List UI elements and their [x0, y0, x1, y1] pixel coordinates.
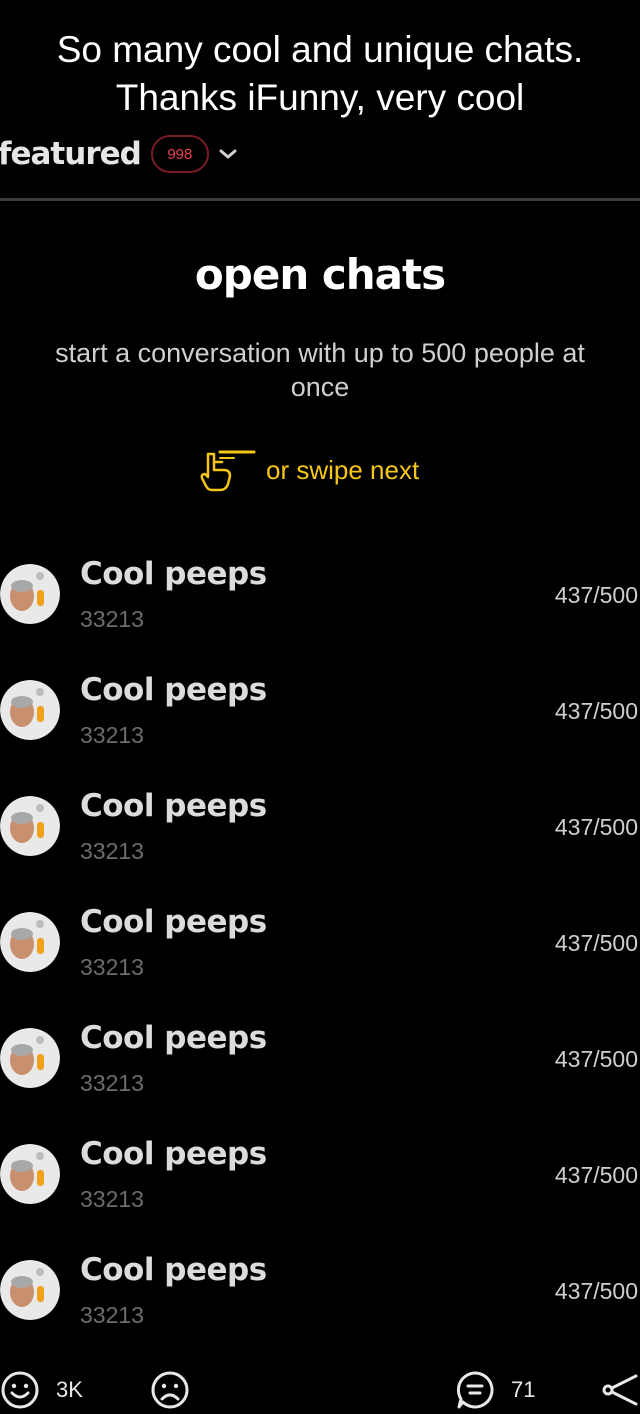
chat-name: Cool peeps — [80, 788, 267, 824]
chat-row[interactable]: Cool peeps 33213 437/500 — [0, 1252, 640, 1368]
open-chats-subtitle: start a conversation with up to 500 peop… — [55, 338, 585, 402]
chat-row[interactable]: Cool peeps 33213 437/500 — [0, 1136, 640, 1252]
chat-avatar-icon — [0, 564, 60, 624]
chat-row[interactable]: Cool peeps 33213 437/500 — [0, 788, 640, 904]
featured-label: featured — [0, 136, 142, 172]
chat-members: 437/500 — [554, 1046, 638, 1072]
unsmile-button[interactable] — [150, 1366, 190, 1414]
chat-avatar-icon — [0, 912, 60, 972]
chat-name: Cool peeps — [80, 1020, 267, 1056]
unsmile-icon — [151, 1371, 189, 1409]
chevron-down-icon[interactable] — [219, 148, 237, 160]
chat-members: 437/500 — [554, 582, 638, 608]
smile-count: 3K — [56, 1377, 83, 1402]
featured-count-badge: 998 — [150, 135, 209, 173]
open-chats-title: open chats — [194, 250, 446, 299]
chat-name: Cool peeps — [80, 672, 267, 708]
chat-avatar-icon — [0, 796, 60, 856]
swipe-next-hint[interactable]: or swipe next — [198, 448, 419, 492]
reaction-bar: 3K 71 — [0, 1366, 640, 1414]
chat-count: 33213 — [80, 722, 144, 748]
share-button[interactable] — [600, 1366, 640, 1414]
comment-count: 71 — [511, 1377, 536, 1402]
caption-line-1: So many cool and unique chats. — [56, 29, 584, 70]
divider — [0, 198, 640, 201]
chat-row[interactable]: Cool peeps 33213 437/500 — [0, 556, 640, 672]
chat-members: 437/500 — [554, 814, 638, 840]
comment-icon — [456, 1371, 494, 1409]
chat-list: Cool peeps 33213 437/500 Cool peeps 3321… — [0, 556, 640, 1368]
swipe-next-text: or swipe next — [266, 454, 420, 485]
featured-tab[interactable]: featured 998 — [0, 132, 237, 176]
chat-count: 33213 — [80, 1186, 144, 1212]
chat-name: Cool peeps — [80, 904, 267, 940]
chat-avatar-icon — [0, 1144, 60, 1204]
chat-count: 33213 — [80, 838, 144, 864]
meme-caption: So many cool and unique chats. Thanks iF… — [0, 26, 640, 122]
caption-line-2: Thanks iFunny, very cool — [115, 77, 525, 118]
chat-members: 437/500 — [554, 930, 638, 956]
swipe-hand-icon — [200, 450, 256, 492]
chat-avatar-icon — [0, 1028, 60, 1088]
smile-icon — [1, 1371, 39, 1409]
smile-button[interactable]: 3K — [0, 1366, 83, 1414]
chat-name: Cool peeps — [80, 1252, 267, 1288]
chat-name: Cool peeps — [80, 1136, 267, 1172]
chat-avatar-icon — [0, 680, 60, 740]
chat-members: 437/500 — [554, 1278, 638, 1304]
chat-count: 33213 — [80, 1302, 144, 1328]
chat-count: 33213 — [80, 606, 144, 632]
chat-row[interactable]: Cool peeps 33213 437/500 — [0, 672, 640, 788]
chat-avatar-icon — [0, 1260, 60, 1320]
share-icon — [602, 1374, 638, 1406]
chat-count: 33213 — [80, 1070, 144, 1096]
chat-members: 437/500 — [554, 698, 638, 724]
chat-members: 437/500 — [554, 1162, 638, 1188]
chat-row[interactable]: Cool peeps 33213 437/500 — [0, 1020, 640, 1136]
chat-row[interactable]: Cool peeps 33213 437/500 — [0, 904, 640, 1020]
chat-name: Cool peeps — [80, 556, 267, 592]
chat-count: 33213 — [80, 954, 144, 980]
comment-button[interactable]: 71 — [455, 1366, 535, 1414]
